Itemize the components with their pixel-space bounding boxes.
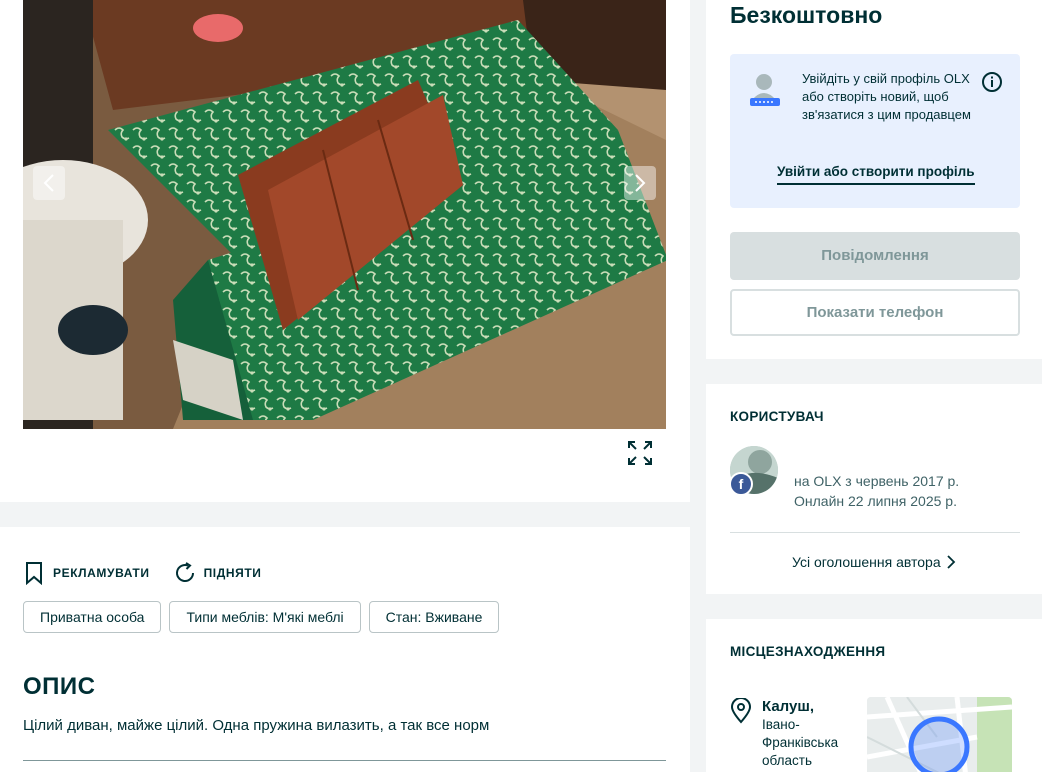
location-city: Калуш, — [762, 698, 815, 715]
location-card: МІСЦЕЗНАХОДЖЕННЯ Калуш, Івано-Франківськ… — [706, 619, 1042, 772]
details-card: РЕКЛАМУВАТИ ПІДНЯТИ Приватна особа Типи … — [0, 527, 690, 772]
listing-photo[interactable] — [23, 0, 666, 429]
tag-furniture-type[interactable]: Типи меблів: М'які меблі — [169, 601, 361, 633]
user-screen-icon — [750, 74, 780, 106]
login-link[interactable]: Увійти або створити профіль — [777, 164, 975, 185]
description-text: Цілий диван, майже цілий. Одна пружина в… — [23, 717, 490, 734]
ad-actions: РЕКЛАМУВАТИ ПІДНЯТИ — [23, 561, 286, 585]
info-icon[interactable] — [981, 71, 1003, 93]
chevron-right-icon — [635, 174, 646, 192]
location-map[interactable] — [867, 697, 1012, 772]
show-phone-button[interactable]: Показати телефон — [730, 289, 1020, 336]
ad-tags: Приватна особа Типи меблів: М'які меблі … — [23, 601, 507, 633]
login-prompt: Увійдіть у свій профіль OLX або створіть… — [730, 54, 1020, 208]
sofa-photo-illustration — [23, 0, 666, 429]
raise-label: ПІДНЯТИ — [203, 566, 262, 580]
user-section-title: КОРИСТУВАЧ — [730, 409, 824, 424]
user-divider — [730, 532, 1020, 533]
map-image — [867, 697, 1012, 772]
login-prompt-text: Увійдіть у свій профіль OLX або створіть… — [802, 71, 971, 122]
description-divider — [23, 760, 666, 761]
refresh-icon — [175, 562, 194, 582]
gallery-fullscreen-button[interactable] — [622, 435, 658, 471]
user-last-online: Онлайн 22 липня 2025 р. — [794, 493, 957, 509]
gallery-card — [0, 0, 690, 502]
raise-button[interactable]: ПІДНЯТИ — [174, 561, 262, 585]
gallery-prev-button[interactable] — [33, 166, 65, 200]
message-button[interactable]: Повідомлення — [730, 232, 1020, 280]
user-card: КОРИСТУВАЧ f на OLX з червень 2017 р. Он… — [706, 384, 1042, 594]
location-region: Івано-Франківська область — [762, 717, 839, 768]
all-ads-label: Усі оголошення автора — [792, 554, 941, 570]
tag-seller-type[interactable]: Приватна особа — [23, 601, 162, 633]
facebook-icon: f — [729, 472, 753, 496]
bookmark-icon — [26, 562, 42, 585]
expand-icon — [628, 441, 652, 465]
location-section-title: МІСЦЕЗНАХОДЖЕННЯ — [730, 644, 886, 659]
chevron-right-icon — [946, 555, 955, 569]
description-title: ОПИС — [23, 673, 96, 700]
price-card: Безкоштовно Увійдіть у свій профіль OLX … — [706, 0, 1042, 359]
location-pin-icon — [730, 698, 752, 724]
all-ads-link[interactable]: Усі оголошення автора — [792, 554, 957, 570]
gallery-next-button[interactable] — [624, 166, 656, 200]
tag-condition[interactable]: Стан: Вживане — [368, 601, 500, 633]
promote-label: РЕКЛАМУВАТИ — [53, 566, 150, 580]
chevron-left-icon — [43, 174, 54, 192]
price: Безкоштовно — [730, 2, 883, 28]
user-since: на OLX з червень 2017 р. — [794, 473, 960, 489]
promote-button[interactable]: РЕКЛАМУВАТИ — [23, 561, 150, 585]
